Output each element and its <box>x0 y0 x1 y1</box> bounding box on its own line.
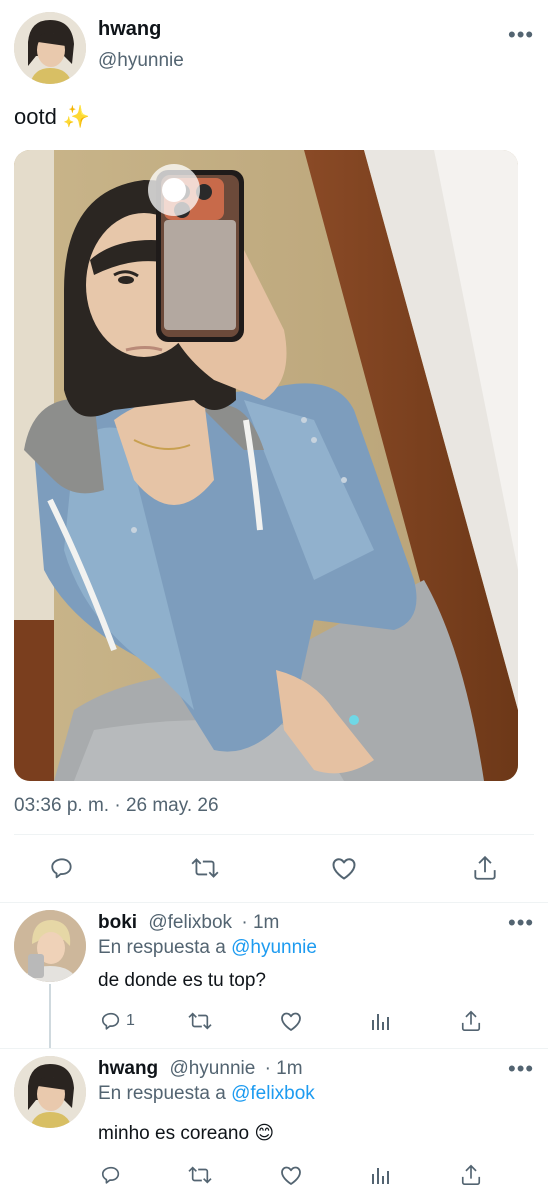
reply-action-bar: 1 <box>98 1006 498 1036</box>
more-icon[interactable]: ••• <box>508 24 534 46</box>
analytics-icon[interactable] <box>368 1008 394 1034</box>
divider <box>0 1048 548 1049</box>
reply-text: de donde es tu top? <box>98 970 266 991</box>
retweet-icon[interactable] <box>186 1008 214 1034</box>
tweet-text: ootd ✨ <box>14 104 91 129</box>
reply-prefix: En respuesta a <box>98 937 226 958</box>
reply-icon[interactable] <box>98 1008 124 1034</box>
retweet-icon[interactable] <box>186 1162 214 1188</box>
avatar-image <box>14 910 86 982</box>
reply-to-link[interactable]: @hyunnie <box>231 937 317 958</box>
reply-author-handle[interactable]: @hyunnie <box>169 1058 255 1079</box>
reply-avatar[interactable] <box>14 1056 86 1128</box>
reply-icon[interactable] <box>98 1162 124 1188</box>
reply-action-bar <box>98 1160 498 1190</box>
author-name[interactable]: hwang <box>98 18 161 41</box>
thread-line <box>49 984 51 1048</box>
avatar-image <box>14 12 86 84</box>
reply-author-name[interactable]: hwang <box>98 1058 158 1079</box>
reply-header: hwang @hyunnie · 1m <box>98 1058 303 1080</box>
tweet-timestamp[interactable]: 03:36 p. m. · 26 may. 26 <box>14 795 219 817</box>
like-icon[interactable] <box>278 1008 304 1034</box>
share-icon[interactable] <box>469 852 501 884</box>
share-icon[interactable] <box>458 1162 484 1188</box>
reply-context: En respuesta a @hyunnie <box>98 937 317 959</box>
reply-avatar[interactable] <box>14 910 86 982</box>
reply-prefix: En respuesta a <box>98 1083 226 1104</box>
reply-time[interactable]: · 1m <box>241 912 279 933</box>
reply-author-name[interactable]: boki <box>98 912 137 933</box>
mirror-selfie-image <box>14 150 518 781</box>
more-icon[interactable]: ••• <box>508 912 534 934</box>
divider <box>0 902 548 903</box>
like-icon[interactable] <box>278 1162 304 1188</box>
reply-icon[interactable] <box>46 852 78 884</box>
reply-context: En respuesta a @felixbok <box>98 1083 315 1105</box>
analytics-icon[interactable] <box>368 1162 394 1188</box>
retweet-icon[interactable] <box>188 852 222 884</box>
share-icon[interactable] <box>458 1008 484 1034</box>
reply-text: minho es coreano 😊 <box>98 1123 275 1144</box>
reply-count: 1 <box>126 1012 135 1029</box>
tweet-photo[interactable] <box>14 150 518 781</box>
author-handle[interactable]: @hyunnie <box>98 50 184 72</box>
more-icon[interactable]: ••• <box>508 1058 534 1080</box>
reply-header: boki @felixbok · 1m <box>98 912 279 934</box>
author-avatar[interactable] <box>14 12 86 84</box>
like-icon[interactable] <box>328 852 360 884</box>
reply-to-link[interactable]: @felixbok <box>231 1083 315 1104</box>
reply-time[interactable]: · 1m <box>265 1058 303 1079</box>
divider <box>14 834 534 835</box>
avatar-image <box>14 1056 86 1128</box>
reply-author-handle[interactable]: @felixbok <box>148 912 232 933</box>
